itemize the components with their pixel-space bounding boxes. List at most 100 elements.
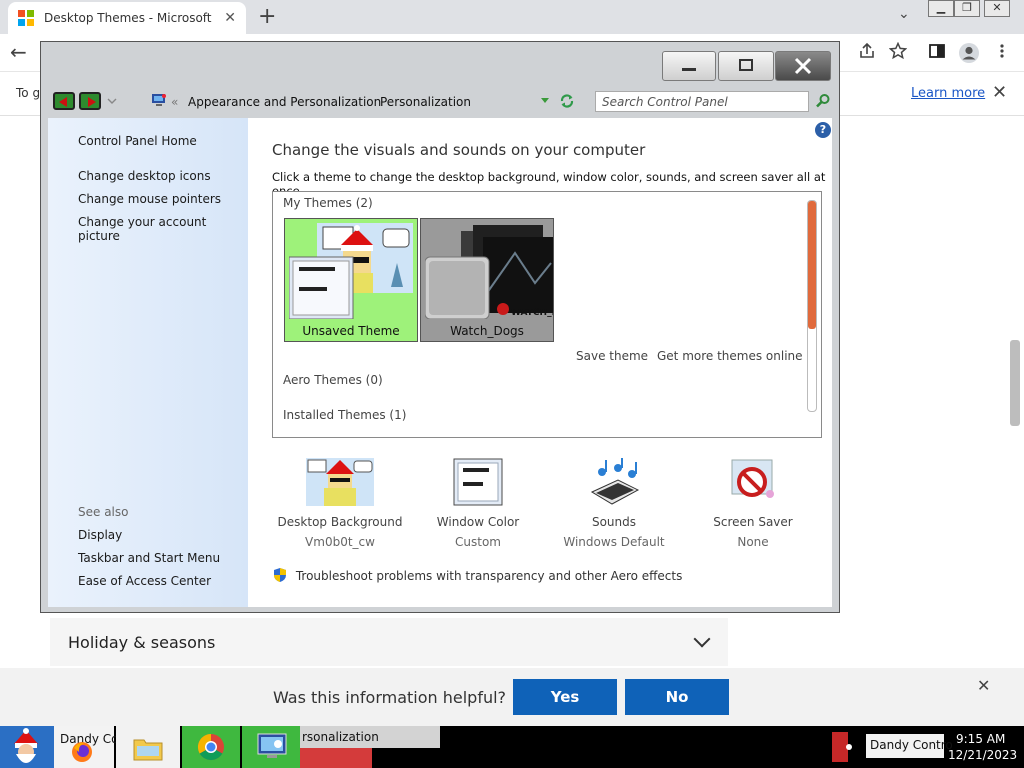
info-bar-close-icon[interactable]: ✕ xyxy=(992,82,1007,103)
troubleshoot-aero-text: Troubleshoot problems with transparency … xyxy=(295,569,683,583)
troubleshoot-aero-link[interactable]: Troubleshoot problems with transparency … xyxy=(272,567,682,583)
recent-pages-chevron-icon[interactable] xyxy=(107,96,117,106)
browser-tabstrip: Desktop Themes - Microsoft Sup ✕ + ⌄ ▁ ❐… xyxy=(0,0,1024,34)
back-arrow-icon[interactable]: ← xyxy=(10,40,27,64)
nav-change-mouse-pointers[interactable]: Change mouse pointers xyxy=(78,192,221,206)
my-themes-label: My Themes (2) xyxy=(283,196,373,210)
address-bar: « Appearance and Personalization Persona… xyxy=(49,88,833,114)
taskbar-item-right[interactable]: Dandy Contro xyxy=(866,734,953,758)
get-more-themes-link[interactable]: Get more themes online xyxy=(657,349,803,363)
shield-icon xyxy=(274,568,286,582)
themes-list: My Themes (2) Unsaved Theme WATCH_ Watch… xyxy=(272,191,822,438)
left-navigation: Control Panel Home Change desktop icons … xyxy=(48,118,248,607)
info-bar-text: To g xyxy=(16,86,41,100)
holiday-accordion[interactable]: Holiday & seasons xyxy=(50,618,728,666)
nav-change-desktop-icons[interactable]: Change desktop icons xyxy=(78,169,211,183)
browser-restore-button[interactable]: ❐ xyxy=(954,0,980,17)
desktop-background-icon xyxy=(306,458,374,506)
search-input[interactable]: Search Control Panel xyxy=(595,91,809,112)
close-icon xyxy=(794,57,812,75)
desktop-background-button[interactable]: Desktop Background Vm0b0t_cw xyxy=(270,458,410,549)
desktop-background-label: Desktop Background xyxy=(277,515,403,529)
sounds-value: Windows Default xyxy=(563,535,665,549)
tray-dot-icon xyxy=(846,744,852,750)
minimize-icon xyxy=(682,68,696,71)
taskbar: Dandy Contro rsonalization Dandy Contro … xyxy=(0,726,1024,768)
help-icon[interactable]: ? xyxy=(815,122,831,138)
window-color-value: Custom xyxy=(455,535,501,549)
nav-control-panel-home[interactable]: Control Panel Home xyxy=(78,134,197,148)
sounds-button[interactable]: Sounds Windows Default xyxy=(544,458,684,549)
content-area: Control Panel Home Change desktop icons … xyxy=(48,118,832,607)
desktop-background-value: Vm0b0t_cw xyxy=(305,535,375,549)
clock-date[interactable]: 12/21/2023 xyxy=(948,748,1017,762)
breadcrumb-personalization[interactable]: Personalization xyxy=(380,95,471,109)
tab-close-icon[interactable]: ✕ xyxy=(224,10,236,26)
address-dropdown-icon[interactable] xyxy=(540,97,550,105)
theme-tile-watch-dogs[interactable]: WATCH_DOGS Watch_Dogs xyxy=(420,218,554,342)
nav-forward-button[interactable] xyxy=(79,92,101,110)
santa-start-icon xyxy=(14,728,38,763)
browser-tab[interactable]: Desktop Themes - Microsoft Sup ✕ xyxy=(8,2,246,34)
refresh-icon[interactable] xyxy=(559,93,575,109)
window-color-button[interactable]: Window Color Custom xyxy=(408,458,548,549)
taskbar-item-personalization-icon[interactable] xyxy=(242,726,300,768)
taskbar-item-chrome[interactable] xyxy=(182,726,240,768)
window-minimize-button[interactable] xyxy=(662,51,716,81)
themes-scrollbar-thumb[interactable] xyxy=(808,201,816,329)
sounds-label: Sounds xyxy=(591,515,637,529)
screen-saver-icon xyxy=(731,459,774,498)
feedback-no-button[interactable]: No xyxy=(625,679,729,715)
new-tab-button[interactable]: + xyxy=(258,4,276,29)
browser-close-button[interactable]: ✕ xyxy=(984,0,1010,17)
browser-minimize-button[interactable]: ▁ xyxy=(928,0,954,17)
tab-title: Desktop Themes - Microsoft Sup xyxy=(44,11,216,25)
side-panel-icon[interactable] xyxy=(928,42,946,60)
feedback-yes-button[interactable]: Yes xyxy=(513,679,617,715)
feedback-close-icon[interactable]: ✕ xyxy=(977,676,990,695)
personalization-window: « Appearance and Personalization Persona… xyxy=(40,41,840,613)
learn-more-link[interactable]: Learn more xyxy=(911,86,985,101)
see-also-heading: See also xyxy=(78,505,129,519)
window-close-button[interactable] xyxy=(775,51,831,81)
screen-saver-value: None xyxy=(737,535,769,549)
bookmark-star-icon[interactable] xyxy=(889,42,907,60)
tab-search-chevron-icon[interactable]: ⌄ xyxy=(898,6,910,22)
search-icon[interactable] xyxy=(815,93,831,109)
taskbar-item-explorer[interactable] xyxy=(116,726,180,768)
installed-themes-label: Installed Themes (1) xyxy=(283,408,407,422)
taskbar-item-control-panel[interactable]: Dandy Contro xyxy=(54,726,143,768)
kebab-menu-icon[interactable] xyxy=(998,42,1006,60)
screen-saver-button[interactable]: Screen Saver None xyxy=(683,458,823,549)
taskbar-item-personalization-label: rsonalization xyxy=(302,730,379,744)
taskbar-highlight xyxy=(300,748,372,768)
nav-ease-of-access[interactable]: Ease of Access Center xyxy=(78,574,211,588)
nav-change-account-picture[interactable]: Change your account picture xyxy=(78,215,248,243)
theme-name-watch-dogs: Watch_Dogs xyxy=(450,324,524,338)
theme-tile-unsaved[interactable]: Unsaved Theme xyxy=(284,218,418,342)
maximize-icon xyxy=(739,59,753,71)
microsoft-logo-icon xyxy=(18,10,34,26)
save-theme-link[interactable]: Save theme xyxy=(576,349,648,363)
breadcrumb-appearance[interactable]: Appearance and Personalization xyxy=(188,95,381,109)
start-button[interactable] xyxy=(0,726,54,768)
profile-avatar-icon[interactable] xyxy=(958,42,980,64)
clock-time[interactable]: 9:15 AM xyxy=(956,732,1005,746)
nav-display[interactable]: Display xyxy=(78,528,122,542)
watch-dogs-thumbnail: WATCH_DOGS xyxy=(425,225,553,319)
page-scrollbar-thumb[interactable] xyxy=(1010,340,1020,426)
nav-taskbar-start-menu[interactable]: Taskbar and Start Menu xyxy=(78,551,220,565)
unsaved-theme-thumbnail xyxy=(289,223,413,319)
chevron-down-icon xyxy=(693,630,711,648)
share-icon[interactable] xyxy=(858,42,876,60)
feedback-question: Was this information helpful? xyxy=(273,688,507,707)
firefox-icon xyxy=(72,742,92,762)
personalization-app-icon xyxy=(257,733,287,758)
theme-name-unsaved: Unsaved Theme xyxy=(302,324,400,338)
window-maximize-button[interactable] xyxy=(718,51,774,81)
nav-back-button[interactable] xyxy=(53,92,75,110)
themes-scrollbar[interactable] xyxy=(807,200,817,412)
sounds-icon xyxy=(590,458,640,505)
taskbar-item-personalization[interactable]: rsonalization xyxy=(300,726,440,748)
window-color-label: Window Color xyxy=(436,515,520,529)
